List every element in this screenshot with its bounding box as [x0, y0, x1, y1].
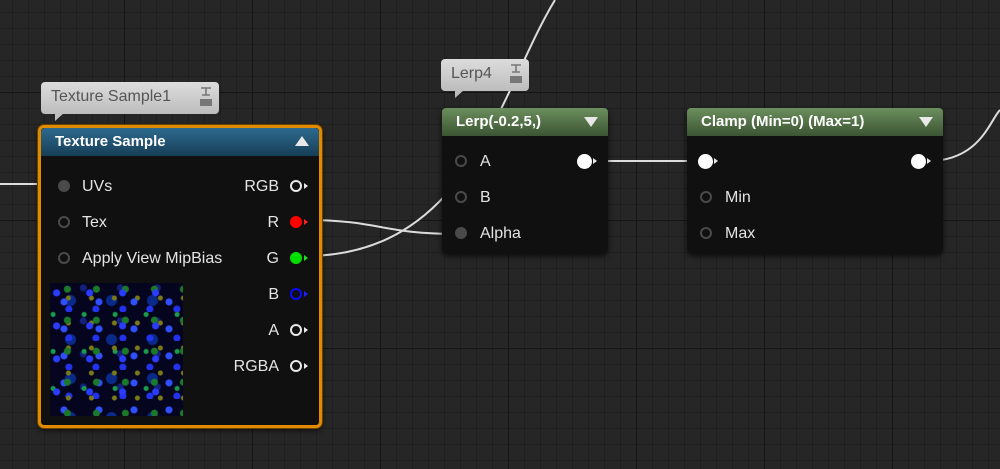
texture-sample-comment-text: Texture Sample1 — [51, 88, 172, 105]
output-pin-r[interactable] — [290, 216, 302, 228]
lerp-comment[interactable]: Lerp4 — [441, 59, 529, 98]
output-arrow-icon — [304, 327, 308, 333]
output-arrow-icon — [593, 158, 597, 164]
input-pin-tex[interactable] — [58, 216, 70, 228]
input-pin-min[interactable] — [700, 191, 712, 203]
output-arrow-icon — [304, 183, 308, 189]
output-arrow-icon — [927, 158, 931, 164]
input-label-max: Max — [725, 225, 756, 242]
input-label-tex: Tex — [82, 214, 107, 231]
clamp-title: Clamp (Min=0) (Max=1) — [701, 113, 865, 130]
output-label-r: R — [267, 214, 279, 231]
output-pin-rgb[interactable] — [290, 180, 302, 192]
collapse-arrow-icon[interactable] — [584, 117, 598, 127]
clamp-header[interactable]: Clamp (Min=0) (Max=1) — [687, 108, 943, 136]
texture-preview-thumbnail — [50, 283, 183, 416]
input-label-min: Min — [725, 189, 751, 206]
input-pin-apply-view-mipbias[interactable] — [58, 252, 70, 264]
output-arrow-icon — [304, 255, 308, 261]
input-pin-b[interactable] — [455, 191, 467, 203]
input-pin-value[interactable] — [698, 154, 713, 169]
lerp-title: Lerp(-0.2,5,) — [456, 113, 542, 130]
input-pin-max[interactable] — [700, 227, 712, 239]
wire-r-to-alpha — [304, 219, 459, 235]
output-pin-result[interactable] — [577, 154, 592, 169]
texture-sample-node[interactable]: Texture Sample UVs Tex Apply View MipBia… — [38, 125, 322, 428]
input-label-a: A — [480, 153, 491, 170]
input-label-alpha: Alpha — [480, 225, 521, 242]
output-arrow-icon — [304, 291, 308, 297]
pin-icon[interactable] — [199, 86, 213, 108]
input-label-uvs: UVs — [82, 178, 113, 195]
comment-tail — [55, 113, 64, 121]
output-pin-result[interactable] — [911, 154, 926, 169]
input-label-apply-view-mipbias: Apply View MipBias — [82, 250, 223, 267]
texture-sample-header[interactable]: Texture Sample — [41, 128, 319, 156]
output-label-g: G — [266, 250, 279, 267]
output-pin-g[interactable] — [290, 252, 302, 264]
collapse-arrow-icon[interactable] — [919, 117, 933, 127]
clamp-node[interactable]: Clamp (Min=0) (Max=1) Min Max — [687, 108, 943, 254]
texture-sample-comment[interactable]: Texture Sample1 — [41, 82, 219, 121]
lerp-header[interactable]: Lerp(-0.2,5,) — [442, 108, 608, 136]
lerp-node[interactable]: Lerp(-0.2,5,) A B Alpha — [442, 108, 608, 254]
input-pin-a[interactable] — [455, 155, 467, 167]
input-pin-uvs[interactable] — [58, 180, 70, 192]
output-label-rgba: RGBA — [233, 358, 279, 375]
output-pin-b[interactable] — [290, 288, 302, 300]
input-arrow-icon — [714, 158, 718, 164]
output-arrow-icon — [304, 219, 308, 225]
output-pin-rgba[interactable] — [290, 360, 302, 372]
output-pin-a[interactable] — [290, 324, 302, 336]
lerp-comment-text: Lerp4 — [451, 65, 492, 82]
output-label-rgb: RGB — [244, 178, 279, 195]
input-pin-alpha[interactable] — [455, 227, 467, 239]
comment-tail — [455, 90, 464, 98]
output-arrow-icon — [304, 363, 308, 369]
output-label-b: B — [268, 286, 279, 303]
texture-sample-title: Texture Sample — [55, 133, 166, 150]
collapse-arrow-icon[interactable] — [295, 136, 309, 146]
output-label-a: A — [268, 322, 279, 339]
input-label-b: B — [480, 189, 491, 206]
pin-icon[interactable] — [509, 63, 523, 85]
